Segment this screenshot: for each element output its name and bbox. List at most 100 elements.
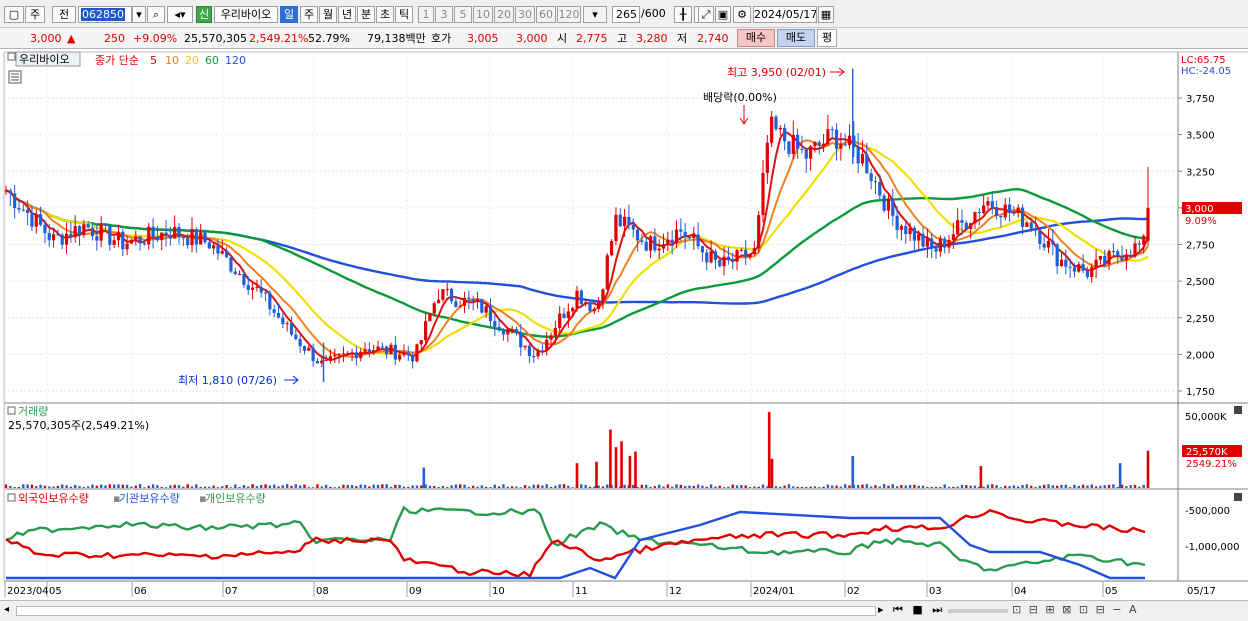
compare-icon[interactable]: ⤢ xyxy=(698,6,714,23)
volume-bar xyxy=(43,485,47,488)
volume-bar xyxy=(255,486,259,488)
price-tick-label: 2,250 xyxy=(1186,314,1215,325)
tool-icons[interactable]: ⊡ ⊟ ⊞ ⊠ ⊡ ⊟ − A xyxy=(1012,603,1139,616)
volume-bar xyxy=(960,484,964,488)
scroll-left-icon[interactable]: ◂ xyxy=(4,604,14,618)
speaker-icon[interactable]: ◂▾ xyxy=(167,6,193,23)
interval-30[interactable]: 30 xyxy=(515,6,535,23)
interval-120[interactable]: 120 xyxy=(557,6,581,23)
candle-body xyxy=(354,352,358,359)
market-select[interactable]: 전 xyxy=(52,6,76,23)
candle-body xyxy=(4,190,8,192)
tab-minute[interactable]: 분 xyxy=(357,6,375,23)
period-low-note: 최저 1,810 (07/26) xyxy=(178,374,277,387)
stock-name[interactable]: 우리바이오 xyxy=(214,6,278,23)
volume-bar xyxy=(982,486,985,488)
candle-body xyxy=(813,142,817,147)
volume-bar xyxy=(177,485,181,488)
candle-body xyxy=(921,233,925,247)
volume-spike-bar xyxy=(1118,463,1122,488)
candle-body xyxy=(212,245,216,249)
x-axis-label: 02 xyxy=(847,586,860,597)
volume-bar xyxy=(143,487,146,488)
volume-spike-bar xyxy=(770,458,774,488)
date-input[interactable]: 2024/05/17 xyxy=(753,6,817,23)
candle-body xyxy=(190,229,194,246)
candle-body xyxy=(86,224,90,228)
volume-bar xyxy=(350,485,354,488)
average-button[interactable]: 평 xyxy=(817,29,837,47)
interval-1[interactable]: 1 xyxy=(418,6,434,23)
stock-code-input[interactable]: 062850 xyxy=(78,6,132,23)
interval-3[interactable]: 3 xyxy=(435,6,453,23)
candle-body xyxy=(1051,240,1055,245)
volume-bar xyxy=(1125,486,1128,488)
count-input[interactable]: 265 xyxy=(612,6,640,23)
volume-close-icon[interactable] xyxy=(1234,406,1242,414)
candle-body xyxy=(796,134,800,149)
candle-body xyxy=(1046,240,1051,248)
volume-bar xyxy=(298,485,302,488)
x-axis-label: 04 xyxy=(1014,586,1027,597)
tab-weekly[interactable]: 주 xyxy=(300,6,318,23)
code-dropdown-icon[interactable]: ▾ xyxy=(132,6,146,23)
candle-body xyxy=(510,329,514,331)
volume-bar xyxy=(1107,484,1111,488)
volume-bar xyxy=(164,487,168,488)
navigation-buttons[interactable]: ▸ ⏮ ■ ⏭ xyxy=(878,603,945,617)
stock-code-value: 062850 xyxy=(81,8,125,21)
volume-bar xyxy=(372,484,375,488)
horizontal-scrollbar[interactable] xyxy=(16,606,876,616)
tab-yearly[interactable]: 년 xyxy=(338,6,356,23)
price-panel-name: 우리바이오 xyxy=(19,53,70,66)
candle-body xyxy=(315,360,320,364)
tab-tick[interactable]: 틱 xyxy=(395,6,413,23)
candle-body xyxy=(705,252,709,263)
candle-body xyxy=(69,233,73,238)
tab-daily[interactable]: 일 xyxy=(280,6,298,23)
candle-body xyxy=(346,353,350,355)
save-icon[interactable]: ▣ xyxy=(715,6,731,23)
volume-bar xyxy=(320,486,323,488)
holdings-close-icon[interactable] xyxy=(1234,493,1242,501)
settings-gear-icon[interactable]: ⚙ xyxy=(733,6,751,23)
candle-body xyxy=(307,347,311,351)
sell-button[interactable]: 매도 xyxy=(777,29,815,47)
zoom-slider[interactable] xyxy=(948,609,1008,613)
candle-body xyxy=(834,129,839,149)
volume-bar xyxy=(497,486,501,488)
candle-body xyxy=(393,344,397,360)
volume-bar xyxy=(956,486,959,488)
candle-body xyxy=(389,344,393,355)
candle-body xyxy=(467,297,471,300)
candle-body xyxy=(700,246,705,253)
candle-body xyxy=(90,227,95,237)
candle-body xyxy=(514,329,519,333)
tab-second[interactable]: 초 xyxy=(376,6,394,23)
interval-5[interactable]: 5 xyxy=(454,6,472,23)
volume-bar xyxy=(359,484,362,488)
candle-body xyxy=(787,141,791,154)
tab-monthly[interactable]: 월 xyxy=(319,6,337,23)
candle-type-icon[interactable]: ╂ xyxy=(674,6,692,23)
volume-bar xyxy=(965,485,968,488)
stock-chart[interactable]: 3,750 3,500 3,250 3,000 2,750 2,500 2,250 2,000… xyxy=(0,49,1248,600)
calendar-icon[interactable]: ▦ xyxy=(818,6,834,23)
volume-bar xyxy=(701,485,704,488)
interval-dropdown[interactable]: ▾ xyxy=(583,6,607,23)
interval-60[interactable]: 60 xyxy=(536,6,556,23)
candle-body xyxy=(475,299,480,302)
interval-10[interactable]: 10 xyxy=(473,6,493,23)
candle-body xyxy=(1133,243,1137,257)
buy-button[interactable]: 매수 xyxy=(737,29,775,47)
volume-bar xyxy=(1004,485,1007,488)
interval-20[interactable]: 20 xyxy=(494,6,514,23)
volume-bar xyxy=(1055,485,1059,488)
candle-body xyxy=(129,239,134,244)
price-tick-label: 2,750 xyxy=(1186,241,1215,252)
candle-body xyxy=(380,346,384,348)
window-menu-icon[interactable]: ▢ xyxy=(4,6,24,23)
search-icon[interactable]: ⌕ xyxy=(147,6,165,23)
candle-body xyxy=(285,323,289,325)
period-select[interactable]: 주 xyxy=(25,6,45,23)
